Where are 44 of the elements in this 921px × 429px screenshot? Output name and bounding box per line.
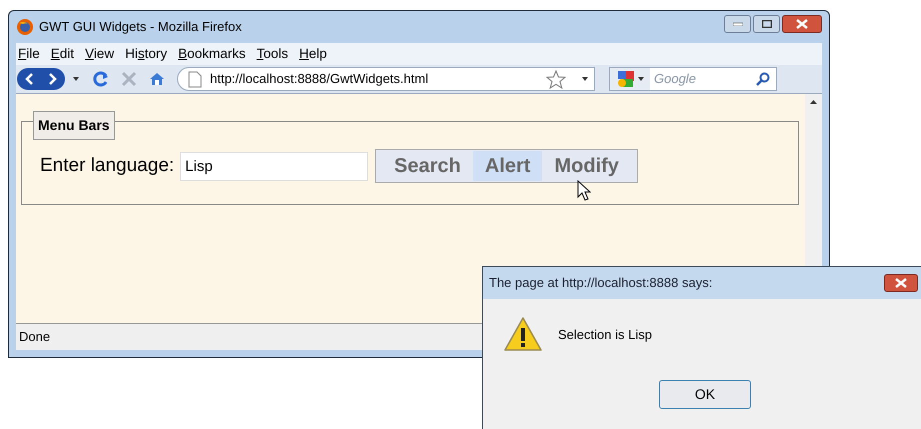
page-icon <box>188 70 202 88</box>
back-forward-control[interactable] <box>17 68 65 90</box>
language-input[interactable]: Lisp <box>180 152 368 180</box>
menu-item[interactable]: File <box>18 44 40 64</box>
search-input[interactable]: Google <box>654 69 749 89</box>
reload-icon[interactable] <box>93 71 109 87</box>
legend-title: Menu Bars <box>33 111 115 140</box>
menu-item[interactable]: Edit <box>50 44 74 64</box>
close-button[interactable] <box>884 274 918 292</box>
search-engine-icon[interactable] <box>616 70 634 88</box>
caret-icon[interactable] <box>638 77 644 81</box>
menu-item[interactable]: Tools <box>256 44 288 64</box>
menu-item[interactable]: Help <box>299 44 327 64</box>
menu-item[interactable]: View <box>85 44 114 64</box>
minimize-icon <box>732 22 742 26</box>
dialog-title: The page at http://localhost:8888 says: <box>489 274 712 292</box>
field-label: Enter language: <box>40 154 174 178</box>
menu-bar-item[interactable]: Modify <box>542 151 631 181</box>
search-field[interactable]: Google <box>609 67 777 91</box>
star-icon[interactable] <box>546 70 566 88</box>
menu-item[interactable]: History <box>125 44 168 64</box>
address-bar[interactable]: http://localhost:8888/GwtWidgets.html <box>177 67 595 91</box>
scroll-up-arrow-icon[interactable] <box>810 100 817 104</box>
caret-icon[interactable] <box>582 77 588 81</box>
warning-icon <box>504 316 542 352</box>
close-icon <box>796 19 808 29</box>
dialog-message: Selection is Lisp <box>558 326 652 344</box>
menu-bar-item[interactable]: Alert <box>472 151 542 181</box>
menu-bar-item[interactable]: Search <box>382 151 473 181</box>
close-button[interactable] <box>782 15 822 33</box>
status-text: Done <box>19 328 50 346</box>
home-icon[interactable] <box>149 71 165 87</box>
caret-icon[interactable] <box>73 77 79 81</box>
maximize-button[interactable] <box>753 15 780 33</box>
firefox-logo-icon <box>16 18 34 36</box>
window-title: GWT GUI Widgets - Mozilla Firefox <box>39 18 242 36</box>
search-icon[interactable] <box>756 72 770 86</box>
ok-button[interactable]: OK <box>659 380 751 409</box>
close-icon <box>895 278 907 288</box>
url-text: http://localhost:8888/GwtWidgets.html <box>210 70 428 88</box>
minimize-button[interactable] <box>724 15 751 33</box>
maximize-icon <box>762 20 772 28</box>
menu-item[interactable]: Bookmarks <box>178 44 246 64</box>
mouse-cursor-icon <box>577 180 591 202</box>
